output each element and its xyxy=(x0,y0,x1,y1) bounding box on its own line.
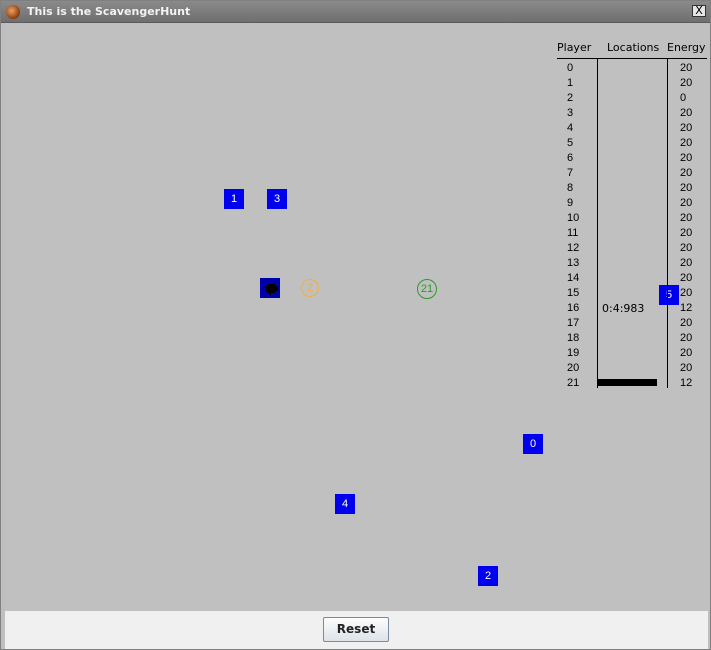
energy-cell: 20 xyxy=(680,257,693,269)
player-id-cell: 16 xyxy=(567,302,580,314)
energy-cell: 20 xyxy=(680,182,693,194)
player-marker[interactable] xyxy=(260,278,280,298)
energy-cell: 20 xyxy=(680,62,693,74)
player-node-1[interactable]: 1 xyxy=(224,189,244,209)
energy-column: 20 20 0 20 20 20 20 20 20 20 20 20 20 20 20 20 12 20 20 20 2… xyxy=(680,61,692,391)
energy-cell: 0 xyxy=(680,92,687,104)
player-id-cell: 7 xyxy=(567,167,574,179)
energy-cell: 20 xyxy=(680,362,693,374)
energy-cell: 20 xyxy=(680,332,693,344)
player-id-cell: 20 xyxy=(567,362,580,374)
player-id-cell: 17 xyxy=(567,317,580,329)
control-bar: Reset xyxy=(5,611,708,649)
energy-cell: 20 xyxy=(680,167,693,179)
app-icon xyxy=(6,5,20,19)
player-id-cell: 4 xyxy=(567,122,574,134)
energy-cell: 20 xyxy=(680,77,693,89)
player-node-0[interactable]: 0 xyxy=(523,434,543,454)
energy-cell: 20 xyxy=(680,347,693,359)
energy-cell: 20 xyxy=(680,137,693,149)
player-id-cell: 6 xyxy=(567,152,574,164)
player-id-cell: 8 xyxy=(567,182,574,194)
table-column-divider-right xyxy=(667,58,668,388)
player-id-cell: 3 xyxy=(567,107,574,119)
player-column-header: Player xyxy=(557,41,592,54)
window-title: This is the ScavengerHunt xyxy=(27,5,191,18)
energy-cell: 20 xyxy=(680,197,693,209)
player-node-3[interactable]: 3 xyxy=(267,189,287,209)
player-id-cell: 11 xyxy=(567,227,579,239)
player-id-cell: 21 xyxy=(567,377,580,389)
player-id-cell: 15 xyxy=(567,287,580,299)
player-id-cell: 2 xyxy=(567,92,574,104)
robot-icon xyxy=(265,284,278,296)
player-id-cell: 12 xyxy=(567,242,580,254)
energy-cell: 20 xyxy=(680,122,693,134)
app-window: This is the ScavengerHunt X 1 3 0 4 2 5 … xyxy=(0,0,711,650)
energy-cell: 20 xyxy=(680,317,693,329)
target-ring-21[interactable]: 21 xyxy=(417,279,437,299)
energy-cell: 20 xyxy=(680,272,693,284)
locations-column-header: Locations xyxy=(607,41,660,54)
player-node-2[interactable]: 2 xyxy=(478,566,498,586)
table-header-divider xyxy=(557,58,707,59)
energy-cell: 12 xyxy=(680,302,693,314)
energy-cell: 20 xyxy=(680,227,693,239)
game-canvas[interactable]: 1 3 0 4 2 5 2 21 Player Locations Energy… xyxy=(5,23,708,611)
energy-cell: 20 xyxy=(680,287,693,299)
player-id-cell: 19 xyxy=(567,347,580,359)
location-cell-16: 0:4:983 xyxy=(602,302,645,315)
player-column: 0 1 2 3 4 5 6 7 8 9 10 11 12 13 14 15 16 17 18 19 20 21 xyxy=(567,61,579,391)
player-id-cell: 1 xyxy=(567,77,574,89)
energy-cell: 20 xyxy=(680,242,693,254)
target-ring-2[interactable]: 2 xyxy=(301,279,319,297)
reset-button[interactable]: Reset xyxy=(323,617,389,642)
player-id-cell: 14 xyxy=(567,272,580,284)
location-bar-21 xyxy=(597,379,657,386)
energy-cell: 20 xyxy=(680,152,693,164)
player-node-5[interactable]: 5 xyxy=(659,285,679,305)
player-id-cell: 0 xyxy=(567,62,574,74)
player-id-cell: 13 xyxy=(567,257,580,269)
energy-cell: 12 xyxy=(680,377,693,389)
player-node-4[interactable]: 4 xyxy=(335,494,355,514)
energy-cell: 20 xyxy=(680,107,693,119)
energy-cell: 20 xyxy=(680,212,693,224)
player-id-cell: 9 xyxy=(567,197,574,209)
title-bar[interactable]: This is the ScavengerHunt X xyxy=(1,1,710,23)
close-button[interactable]: X xyxy=(692,5,706,17)
energy-column-header: Energy xyxy=(667,41,706,54)
table-column-divider-left xyxy=(597,58,598,388)
player-id-cell: 5 xyxy=(567,137,574,149)
player-id-cell: 18 xyxy=(567,332,580,344)
player-id-cell: 10 xyxy=(567,212,580,224)
